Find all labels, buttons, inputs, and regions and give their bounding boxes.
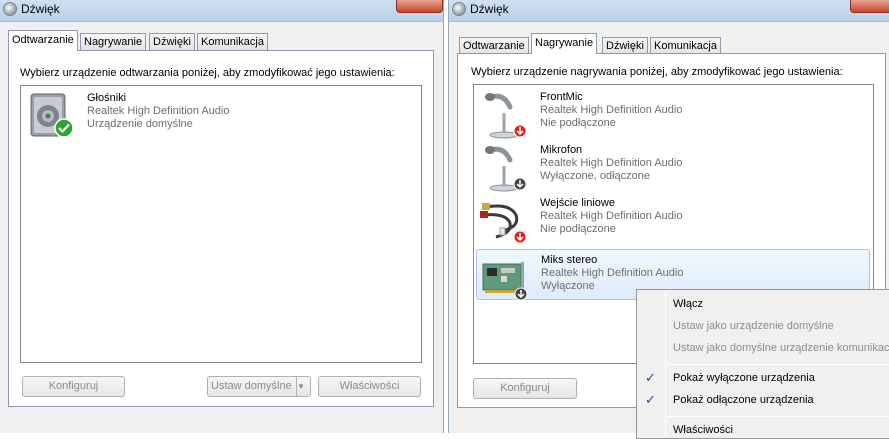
instruction-text: Wybierz urządzenie odtwarzania poniżej, … xyxy=(20,67,395,79)
set-default-label: Ustaw domyślne xyxy=(211,380,292,392)
microphone-icon xyxy=(485,93,527,139)
menu-item-enable[interactable]: Włącz xyxy=(673,298,703,310)
close-button[interactable] xyxy=(850,0,889,13)
device-driver: Realtek High Definition Audio xyxy=(87,105,230,117)
device-status: Wyłączone xyxy=(541,280,595,292)
device-name: Głośniki xyxy=(87,92,127,104)
line-in-cable-icon xyxy=(480,203,527,244)
set-default-split-button[interactable]: Ustaw domyślne ▼ xyxy=(207,376,311,397)
list-item-mikrofon[interactable]: Mikrofon Realtek High Definition Audio W… xyxy=(476,140,870,192)
menu-item-set-default-comm[interactable]: Ustaw jako domyślne urządzenie komunikac… xyxy=(673,342,889,354)
tab-recording[interactable]: Nagrywanie xyxy=(531,33,598,54)
check-icon: ✓ xyxy=(645,392,656,407)
tab-playback[interactable]: Odtwarzanie xyxy=(459,37,529,54)
speaker-app-icon xyxy=(3,2,17,16)
chevron-down-icon[interactable]: ▼ xyxy=(296,377,310,396)
device-name: Wejście liniowe xyxy=(540,197,615,209)
device-driver: Realtek High Definition Audio xyxy=(540,104,683,116)
device-driver: Realtek High Definition Audio xyxy=(540,210,683,222)
menu-item-properties[interactable]: Właściwości xyxy=(673,424,733,436)
tab-strip: Odtwarzanie Nagrywanie Dźwięki Komunikac… xyxy=(8,30,438,51)
tab-panel: Wybierz urządzenie odtwarzania poniżej, … xyxy=(8,50,434,407)
device-name: Miks stereo xyxy=(541,254,598,266)
tab-communications[interactable]: Komunikacja xyxy=(650,37,721,54)
tab-playback[interactable]: Odtwarzanie xyxy=(8,30,78,51)
list-item-speakers[interactable]: Głośniki Realtek High Definition Audio U… xyxy=(23,88,419,140)
list-item-line-in[interactable]: Wejście liniowe Realtek High Definition … xyxy=(476,193,870,245)
tab-recording[interactable]: Nagrywanie xyxy=(80,33,147,50)
device-status: Nie podłączone xyxy=(540,117,616,129)
tab-sounds[interactable]: Dźwięki xyxy=(602,37,648,54)
speaker-app-icon xyxy=(452,2,466,16)
device-status: Wyłączone, odłączone xyxy=(540,170,650,182)
device-status: Urządzenie domyślne xyxy=(87,118,193,130)
check-icon: ✓ xyxy=(645,370,656,385)
menu-separator xyxy=(667,416,889,417)
device-driver: Realtek High Definition Audio xyxy=(541,267,684,279)
device-list[interactable]: Głośniki Realtek High Definition Audio U… xyxy=(20,85,422,363)
title-bar[interactable]: Dźwięk xyxy=(449,0,889,22)
device-status: Nie podłączone xyxy=(540,223,616,235)
title-bar[interactable]: Dźwięk xyxy=(0,0,443,22)
sound-dialog-playback: Dźwięk Odtwarzanie Nagrywanie Dźwięki Ko… xyxy=(0,0,444,433)
properties-button[interactable]: Właściwości xyxy=(318,376,421,397)
device-name: FrontMic xyxy=(540,91,583,103)
window-title: Dźwięk xyxy=(470,2,509,16)
sound-card-icon xyxy=(482,262,528,301)
configure-button[interactable]: Konfiguruj xyxy=(22,376,125,397)
close-button[interactable] xyxy=(396,0,443,13)
context-menu: Włącz Ustaw jako urządzenie domyślne Ust… xyxy=(636,289,889,439)
window-title: Dźwięk xyxy=(21,2,60,16)
device-driver: Realtek High Definition Audio xyxy=(540,157,683,169)
device-name: Mikrofon xyxy=(540,144,583,156)
speaker-icon xyxy=(30,93,74,138)
menu-item-show-disabled[interactable]: Pokaż wyłączone urządzenia xyxy=(673,372,815,384)
configure-button[interactable]: Konfiguruj xyxy=(473,378,577,399)
menu-item-set-default[interactable]: Ustaw jako urządzenie domyślne xyxy=(673,320,834,332)
tab-strip: Odtwarzanie Nagrywanie Dźwięki Komunikac… xyxy=(459,33,884,54)
menu-item-show-disconnected[interactable]: Pokaż odłączone urządzenia xyxy=(673,394,814,406)
instruction-text: Wybierz urządzenie nagrywania poniżej, a… xyxy=(471,66,843,78)
list-item-frontmic[interactable]: FrontMic Realtek High Definition Audio N… xyxy=(476,87,870,139)
menu-separator xyxy=(667,364,889,365)
menu-gutter xyxy=(665,292,666,436)
microphone-icon xyxy=(485,146,527,192)
tab-sounds[interactable]: Dźwięki xyxy=(149,33,195,50)
tab-communications[interactable]: Komunikacja xyxy=(197,33,268,50)
